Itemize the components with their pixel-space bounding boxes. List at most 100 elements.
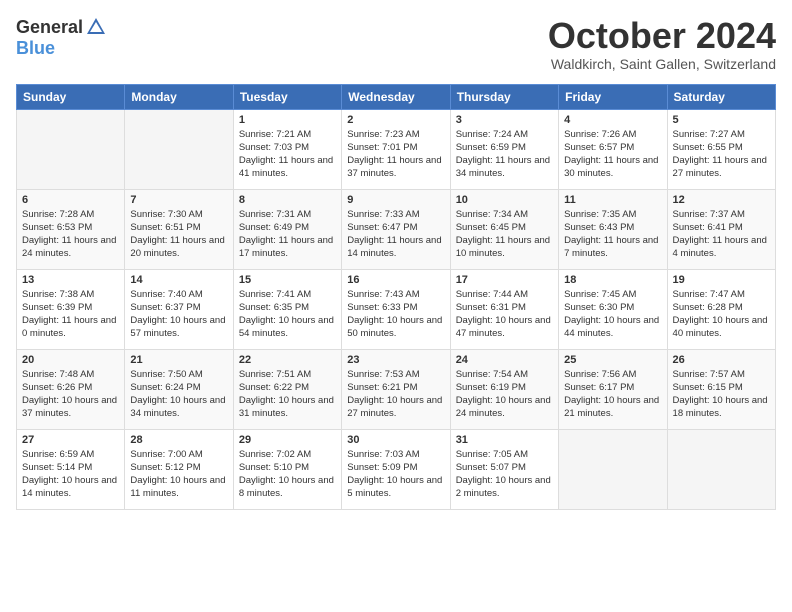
day-info: Sunrise: 7:54 AM Sunset: 6:19 PM Dayligh…	[456, 368, 553, 421]
calendar-week-4: 20Sunrise: 7:48 AM Sunset: 6:26 PM Dayli…	[17, 349, 776, 429]
day-number: 6	[22, 194, 119, 206]
calendar-cell	[559, 429, 667, 509]
day-number: 19	[673, 274, 770, 286]
column-header-friday: Friday	[559, 84, 667, 109]
calendar-cell: 25 Sunrise: 7:56 AM Sunset: 6:17 PM Dayli…	[559, 349, 667, 429]
calendar-cell: 27Sunrise: 6:59 AM Sunset: 5:14 PM Dayli…	[17, 429, 125, 509]
day-info: Sunrise: 7:47 AM Sunset: 6:28 PM Dayligh…	[673, 288, 770, 341]
calendar-week-3: 13Sunrise: 7:38 AM Sunset: 6:39 PM Dayli…	[17, 269, 776, 349]
calendar-cell: 22 Sunrise: 7:51 AM Sunset: 6:22 PM Dayli…	[233, 349, 341, 429]
calendar-cell: 4 Sunrise: 7:26 AM Sunset: 6:57 PM Daylig…	[559, 109, 667, 189]
day-info: Sunrise: 7:53 AM Sunset: 6:21 PM Dayligh…	[347, 368, 444, 421]
day-number: 12	[673, 194, 770, 206]
month-title: October 2024	[548, 16, 776, 56]
day-number: 24	[456, 354, 553, 366]
day-info: Sunrise: 7:24 AM Sunset: 6:59 PM Dayligh…	[456, 128, 553, 181]
calendar-cell: 18Sunrise: 7:45 AM Sunset: 6:30 PM Dayli…	[559, 269, 667, 349]
column-header-tuesday: Tuesday	[233, 84, 341, 109]
day-number: 5	[673, 114, 770, 126]
day-number: 16	[347, 274, 444, 286]
logo-blue: Blue	[16, 38, 55, 59]
calendar-cell: 5 Sunrise: 7:27 AM Sunset: 6:55 PM Daylig…	[667, 109, 775, 189]
calendar-week-2: 6 Sunrise: 7:28 AM Sunset: 6:53 PM Daylig…	[17, 189, 776, 269]
column-header-monday: Monday	[125, 84, 233, 109]
day-number: 18	[564, 274, 661, 286]
day-info: Sunrise: 7:34 AM Sunset: 6:45 PM Dayligh…	[456, 208, 553, 261]
calendar-week-5: 27Sunrise: 6:59 AM Sunset: 5:14 PM Dayli…	[17, 429, 776, 509]
calendar-cell: 12 Sunrise: 7:37 AM Sunset: 6:41 PM Dayli…	[667, 189, 775, 269]
day-number: 10	[456, 194, 553, 206]
calendar-cell: 23Sunrise: 7:53 AM Sunset: 6:21 PM Dayli…	[342, 349, 450, 429]
calendar-cell: 28Sunrise: 7:00 AM Sunset: 5:12 PM Dayli…	[125, 429, 233, 509]
day-number: 2	[347, 114, 444, 126]
day-info: Sunrise: 7:40 AM Sunset: 6:37 PM Dayligh…	[130, 288, 227, 341]
calendar-cell: 2 Sunrise: 7:23 AM Sunset: 7:01 PM Daylig…	[342, 109, 450, 189]
day-number: 27	[22, 434, 119, 446]
day-info: Sunrise: 7:37 AM Sunset: 6:41 PM Dayligh…	[673, 208, 770, 261]
day-number: 25	[564, 354, 661, 366]
day-number: 31	[456, 434, 553, 446]
day-info: Sunrise: 7:48 AM Sunset: 6:26 PM Dayligh…	[22, 368, 119, 421]
calendar-cell	[125, 109, 233, 189]
calendar-cell: 3 Sunrise: 7:24 AM Sunset: 6:59 PM Daylig…	[450, 109, 558, 189]
day-number: 21	[130, 354, 227, 366]
day-info: Sunrise: 7:57 AM Sunset: 6:15 PM Dayligh…	[673, 368, 770, 421]
day-info: Sunrise: 7:44 AM Sunset: 6:31 PM Dayligh…	[456, 288, 553, 341]
calendar-cell: 16 Sunrise: 7:43 AM Sunset: 6:33 PM Dayli…	[342, 269, 450, 349]
logo: General Blue	[16, 16, 107, 59]
day-number: 15	[239, 274, 336, 286]
logo-icon	[85, 16, 107, 38]
calendar-cell: 1Sunrise: 7:21 AM Sunset: 7:03 PM Daylig…	[233, 109, 341, 189]
day-number: 28	[130, 434, 227, 446]
calendar-cell: 11Sunrise: 7:35 AM Sunset: 6:43 PM Dayli…	[559, 189, 667, 269]
calendar-cell	[667, 429, 775, 509]
calendar-cell: 19 Sunrise: 7:47 AM Sunset: 6:28 PM Dayli…	[667, 269, 775, 349]
calendar-cell: 17Sunrise: 7:44 AM Sunset: 6:31 PM Dayli…	[450, 269, 558, 349]
day-info: Sunrise: 7:50 AM Sunset: 6:24 PM Dayligh…	[130, 368, 227, 421]
day-info: Sunrise: 7:56 AM Sunset: 6:17 PM Dayligh…	[564, 368, 661, 421]
day-number: 9	[347, 194, 444, 206]
calendar-cell: 20Sunrise: 7:48 AM Sunset: 6:26 PM Dayli…	[17, 349, 125, 429]
day-number: 3	[456, 114, 553, 126]
day-info: Sunrise: 7:41 AM Sunset: 6:35 PM Dayligh…	[239, 288, 336, 341]
column-header-sunday: Sunday	[17, 84, 125, 109]
day-info: Sunrise: 7:33 AM Sunset: 6:47 PM Dayligh…	[347, 208, 444, 261]
day-number: 8	[239, 194, 336, 206]
location-subtitle: Waldkirch, Saint Gallen, Switzerland	[548, 56, 776, 72]
calendar-header-row: SundayMondayTuesdayWednesdayThursdayFrid…	[17, 84, 776, 109]
day-number: 22	[239, 354, 336, 366]
day-number: 4	[564, 114, 661, 126]
day-info: Sunrise: 7:26 AM Sunset: 6:57 PM Dayligh…	[564, 128, 661, 181]
calendar-cell: 21 Sunrise: 7:50 AM Sunset: 6:24 PM Dayli…	[125, 349, 233, 429]
calendar-table: SundayMondayTuesdayWednesdayThursdayFrid…	[16, 84, 776, 510]
calendar-cell: 29 Sunrise: 7:02 AM Sunset: 5:10 PM Dayli…	[233, 429, 341, 509]
column-header-thursday: Thursday	[450, 84, 558, 109]
calendar-cell: 6 Sunrise: 7:28 AM Sunset: 6:53 PM Daylig…	[17, 189, 125, 269]
day-number: 7	[130, 194, 227, 206]
day-info: Sunrise: 7:02 AM Sunset: 5:10 PM Dayligh…	[239, 448, 336, 501]
calendar-cell: 30 Sunrise: 7:03 AM Sunset: 5:09 PM Dayli…	[342, 429, 450, 509]
calendar-cell: 15 Sunrise: 7:41 AM Sunset: 6:35 PM Dayli…	[233, 269, 341, 349]
day-info: Sunrise: 7:38 AM Sunset: 6:39 PM Dayligh…	[22, 288, 119, 341]
title-area: October 2024 Waldkirch, Saint Gallen, Sw…	[548, 16, 776, 72]
calendar-week-1: 1Sunrise: 7:21 AM Sunset: 7:03 PM Daylig…	[17, 109, 776, 189]
day-info: Sunrise: 7:30 AM Sunset: 6:51 PM Dayligh…	[130, 208, 227, 261]
column-header-wednesday: Wednesday	[342, 84, 450, 109]
day-number: 29	[239, 434, 336, 446]
day-number: 1	[239, 114, 336, 126]
day-number: 11	[564, 194, 661, 206]
calendar-cell: 14Sunrise: 7:40 AM Sunset: 6:37 PM Dayli…	[125, 269, 233, 349]
day-info: Sunrise: 7:27 AM Sunset: 6:55 PM Dayligh…	[673, 128, 770, 181]
day-number: 30	[347, 434, 444, 446]
day-number: 26	[673, 354, 770, 366]
calendar-cell: 8 Sunrise: 7:31 AM Sunset: 6:49 PM Daylig…	[233, 189, 341, 269]
day-info: Sunrise: 7:43 AM Sunset: 6:33 PM Dayligh…	[347, 288, 444, 341]
day-info: Sunrise: 7:51 AM Sunset: 6:22 PM Dayligh…	[239, 368, 336, 421]
day-info: Sunrise: 7:28 AM Sunset: 6:53 PM Dayligh…	[22, 208, 119, 261]
calendar-cell: 26 Sunrise: 7:57 AM Sunset: 6:15 PM Dayli…	[667, 349, 775, 429]
day-info: Sunrise: 7:03 AM Sunset: 5:09 PM Dayligh…	[347, 448, 444, 501]
calendar-cell: 7 Sunrise: 7:30 AM Sunset: 6:51 PM Daylig…	[125, 189, 233, 269]
day-info: Sunrise: 7:23 AM Sunset: 7:01 PM Dayligh…	[347, 128, 444, 181]
calendar-cell: 31Sunrise: 7:05 AM Sunset: 5:07 PM Dayli…	[450, 429, 558, 509]
day-info: Sunrise: 7:31 AM Sunset: 6:49 PM Dayligh…	[239, 208, 336, 261]
